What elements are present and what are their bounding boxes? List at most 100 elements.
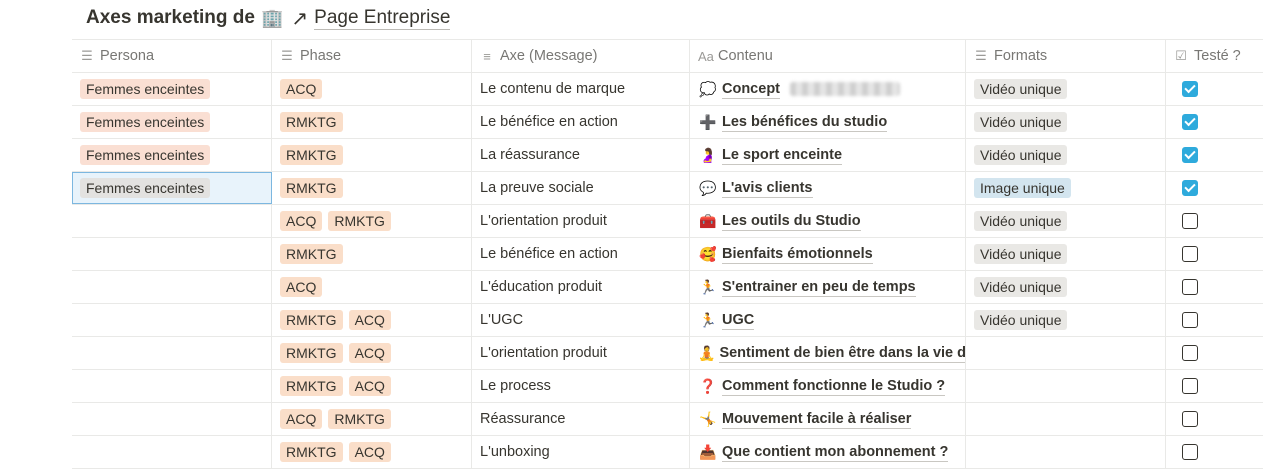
format-cell[interactable] (966, 370, 1166, 402)
persona-cell[interactable] (72, 271, 272, 303)
page-title-link[interactable]: Les outils du Studio (722, 212, 861, 231)
page-title-link[interactable]: Concept (722, 80, 780, 99)
phase-tag: RMKTG (328, 409, 391, 429)
page-title-link[interactable]: UGC (722, 311, 755, 330)
tested-checkbox[interactable] (1182, 246, 1198, 262)
page-title-link[interactable]: Comment fonctionne le Studio ? (722, 377, 946, 396)
table-row: RMKTG ACQ L'UGC 🏃 UGC Vidéo unique (72, 304, 1263, 337)
persona-tag: Femmes enceintes (80, 145, 211, 165)
column-header[interactable]: ☑ Testé ? (1166, 40, 1263, 72)
page-emoji-icon: 🤰 (699, 146, 717, 163)
format-cell[interactable]: Vidéo unique (966, 73, 1166, 105)
persona-cell[interactable]: Femmes enceintes (72, 106, 272, 138)
tested-checkbox[interactable] (1182, 147, 1198, 163)
persona-cell[interactable] (72, 337, 272, 369)
page-title-link[interactable]: Bienfaits émotionnels (722, 245, 873, 264)
tested-checkbox[interactable] (1182, 345, 1198, 361)
column-header[interactable]: ☰ Persona (72, 40, 272, 72)
format-cell[interactable]: Image unique (966, 172, 1166, 204)
column-header[interactable]: ☰ Phase (272, 40, 472, 72)
phase-cell[interactable]: RMKTG ACQ (272, 436, 472, 468)
axe-cell[interactable]: L'orientation produit (472, 205, 690, 237)
persona-cell[interactable]: Femmes enceintes (72, 73, 272, 105)
axe-cell[interactable]: La réassurance (472, 139, 690, 171)
tested-checkbox[interactable] (1182, 81, 1198, 97)
tested-checkbox[interactable] (1182, 180, 1198, 196)
tested-checkbox[interactable] (1182, 378, 1198, 394)
axe-cell[interactable]: Le bénéfice en action (472, 238, 690, 270)
axe-cell[interactable]: L'orientation produit (472, 337, 690, 369)
page-title: Axes marketing de 🏢 ↗ Page Entreprise (86, 4, 451, 32)
axe-cell[interactable]: Le process (472, 370, 690, 402)
contenu-cell[interactable]: 💬 L'avis clients (690, 172, 966, 204)
persona-cell[interactable] (72, 436, 272, 468)
format-cell[interactable]: Vidéo unique (966, 205, 1166, 237)
page-title-link[interactable]: Les bénéfices du studio (722, 113, 888, 132)
axe-text: L'éducation produit (480, 279, 603, 295)
tested-checkbox[interactable] (1182, 213, 1198, 229)
contenu-cell[interactable]: 🤰 Le sport enceinte (690, 139, 966, 171)
column-header-label: Testé ? (1194, 48, 1241, 64)
contenu-cell[interactable]: ❓ Comment fonctionne le Studio ? (690, 370, 966, 402)
column-header[interactable]: Aa Contenu (690, 40, 966, 72)
persona-cell[interactable] (72, 370, 272, 402)
axe-cell[interactable]: L'UGC (472, 304, 690, 336)
persona-cell[interactable] (72, 205, 272, 237)
page-title-link[interactable]: L'avis clients (722, 179, 813, 198)
format-cell[interactable]: Vidéo unique (966, 304, 1166, 336)
format-cell[interactable]: Vidéo unique (966, 139, 1166, 171)
contenu-cell[interactable]: 📥 Que contient mon abonnement ? (690, 436, 966, 468)
page-title-link[interactable]: Mouvement facile à réaliser (722, 410, 912, 429)
contenu-cell[interactable]: 🧰 Les outils du Studio (690, 205, 966, 237)
axe-cell[interactable]: La preuve sociale (472, 172, 690, 204)
list-icon: ☰ (975, 48, 987, 63)
contenu-cell[interactable]: 🏃 S'entrainer en peu de temps (690, 271, 966, 303)
persona-cell[interactable] (72, 304, 272, 336)
column-header[interactable]: ☰ Formats (966, 40, 1166, 72)
tested-checkbox[interactable] (1182, 279, 1198, 295)
contenu-cell[interactable]: 🏃 UGC (690, 304, 966, 336)
tested-checkbox[interactable] (1182, 312, 1198, 328)
page-title-link[interactable]: Le sport enceinte (722, 146, 843, 165)
tested-checkbox[interactable] (1182, 114, 1198, 130)
page-title-link[interactable]: Sentiment de bien être dans la vie de (719, 344, 965, 363)
persona-cell[interactable]: Femmes enceintes (72, 139, 272, 171)
format-cell[interactable]: Vidéo unique (966, 238, 1166, 270)
tested-checkbox[interactable] (1182, 411, 1198, 427)
axe-cell[interactable]: Réassurance (472, 403, 690, 435)
tested-checkbox[interactable] (1182, 444, 1198, 460)
page-title-link[interactable]: S'entrainer en peu de temps (722, 278, 916, 297)
phase-cell[interactable]: RMKTG ACQ (272, 337, 472, 369)
column-header[interactable]: ≡ Axe (Message) (472, 40, 690, 72)
phase-cell[interactable]: RMKTG (272, 172, 472, 204)
contenu-cell[interactable]: ➕ Les bénéfices du studio (690, 106, 966, 138)
phase-cell[interactable]: ACQ (272, 73, 472, 105)
phase-cell[interactable]: RMKTG ACQ (272, 304, 472, 336)
format-cell[interactable]: Vidéo unique (966, 106, 1166, 138)
phase-cell[interactable]: ACQ RMKTG (272, 403, 472, 435)
phase-cell[interactable]: RMKTG (272, 106, 472, 138)
contenu-cell[interactable]: 💭 Concept (690, 73, 966, 105)
contenu-cell[interactable]: 🥰 Bienfaits émotionnels (690, 238, 966, 270)
format-cell[interactable] (966, 337, 1166, 369)
persona-cell[interactable]: Femmes enceintes (72, 172, 272, 204)
page-link[interactable]: Page Entreprise (314, 7, 451, 30)
phase-cell[interactable]: RMKTG (272, 238, 472, 270)
axe-cell[interactable]: Le bénéfice en action (472, 106, 690, 138)
format-cell[interactable] (966, 403, 1166, 435)
phase-cell[interactable]: ACQ (272, 271, 472, 303)
contenu-cell[interactable]: 🧘 Sentiment de bien être dans la vie de (690, 337, 966, 369)
format-tag: Vidéo unique (974, 211, 1068, 231)
persona-cell[interactable] (72, 403, 272, 435)
persona-cell[interactable] (72, 238, 272, 270)
phase-cell[interactable]: ACQ RMKTG (272, 205, 472, 237)
axe-cell[interactable]: L'éducation produit (472, 271, 690, 303)
format-cell[interactable]: Vidéo unique (966, 271, 1166, 303)
phase-cell[interactable]: RMKTG ACQ (272, 370, 472, 402)
format-cell[interactable] (966, 436, 1166, 468)
axe-cell[interactable]: L'unboxing (472, 436, 690, 468)
contenu-cell[interactable]: 🤸 Mouvement facile à réaliser (690, 403, 966, 435)
axe-cell[interactable]: Le contenu de marque (472, 73, 690, 105)
page-title-link[interactable]: Que contient mon abonnement ? (722, 443, 949, 462)
phase-cell[interactable]: RMKTG (272, 139, 472, 171)
